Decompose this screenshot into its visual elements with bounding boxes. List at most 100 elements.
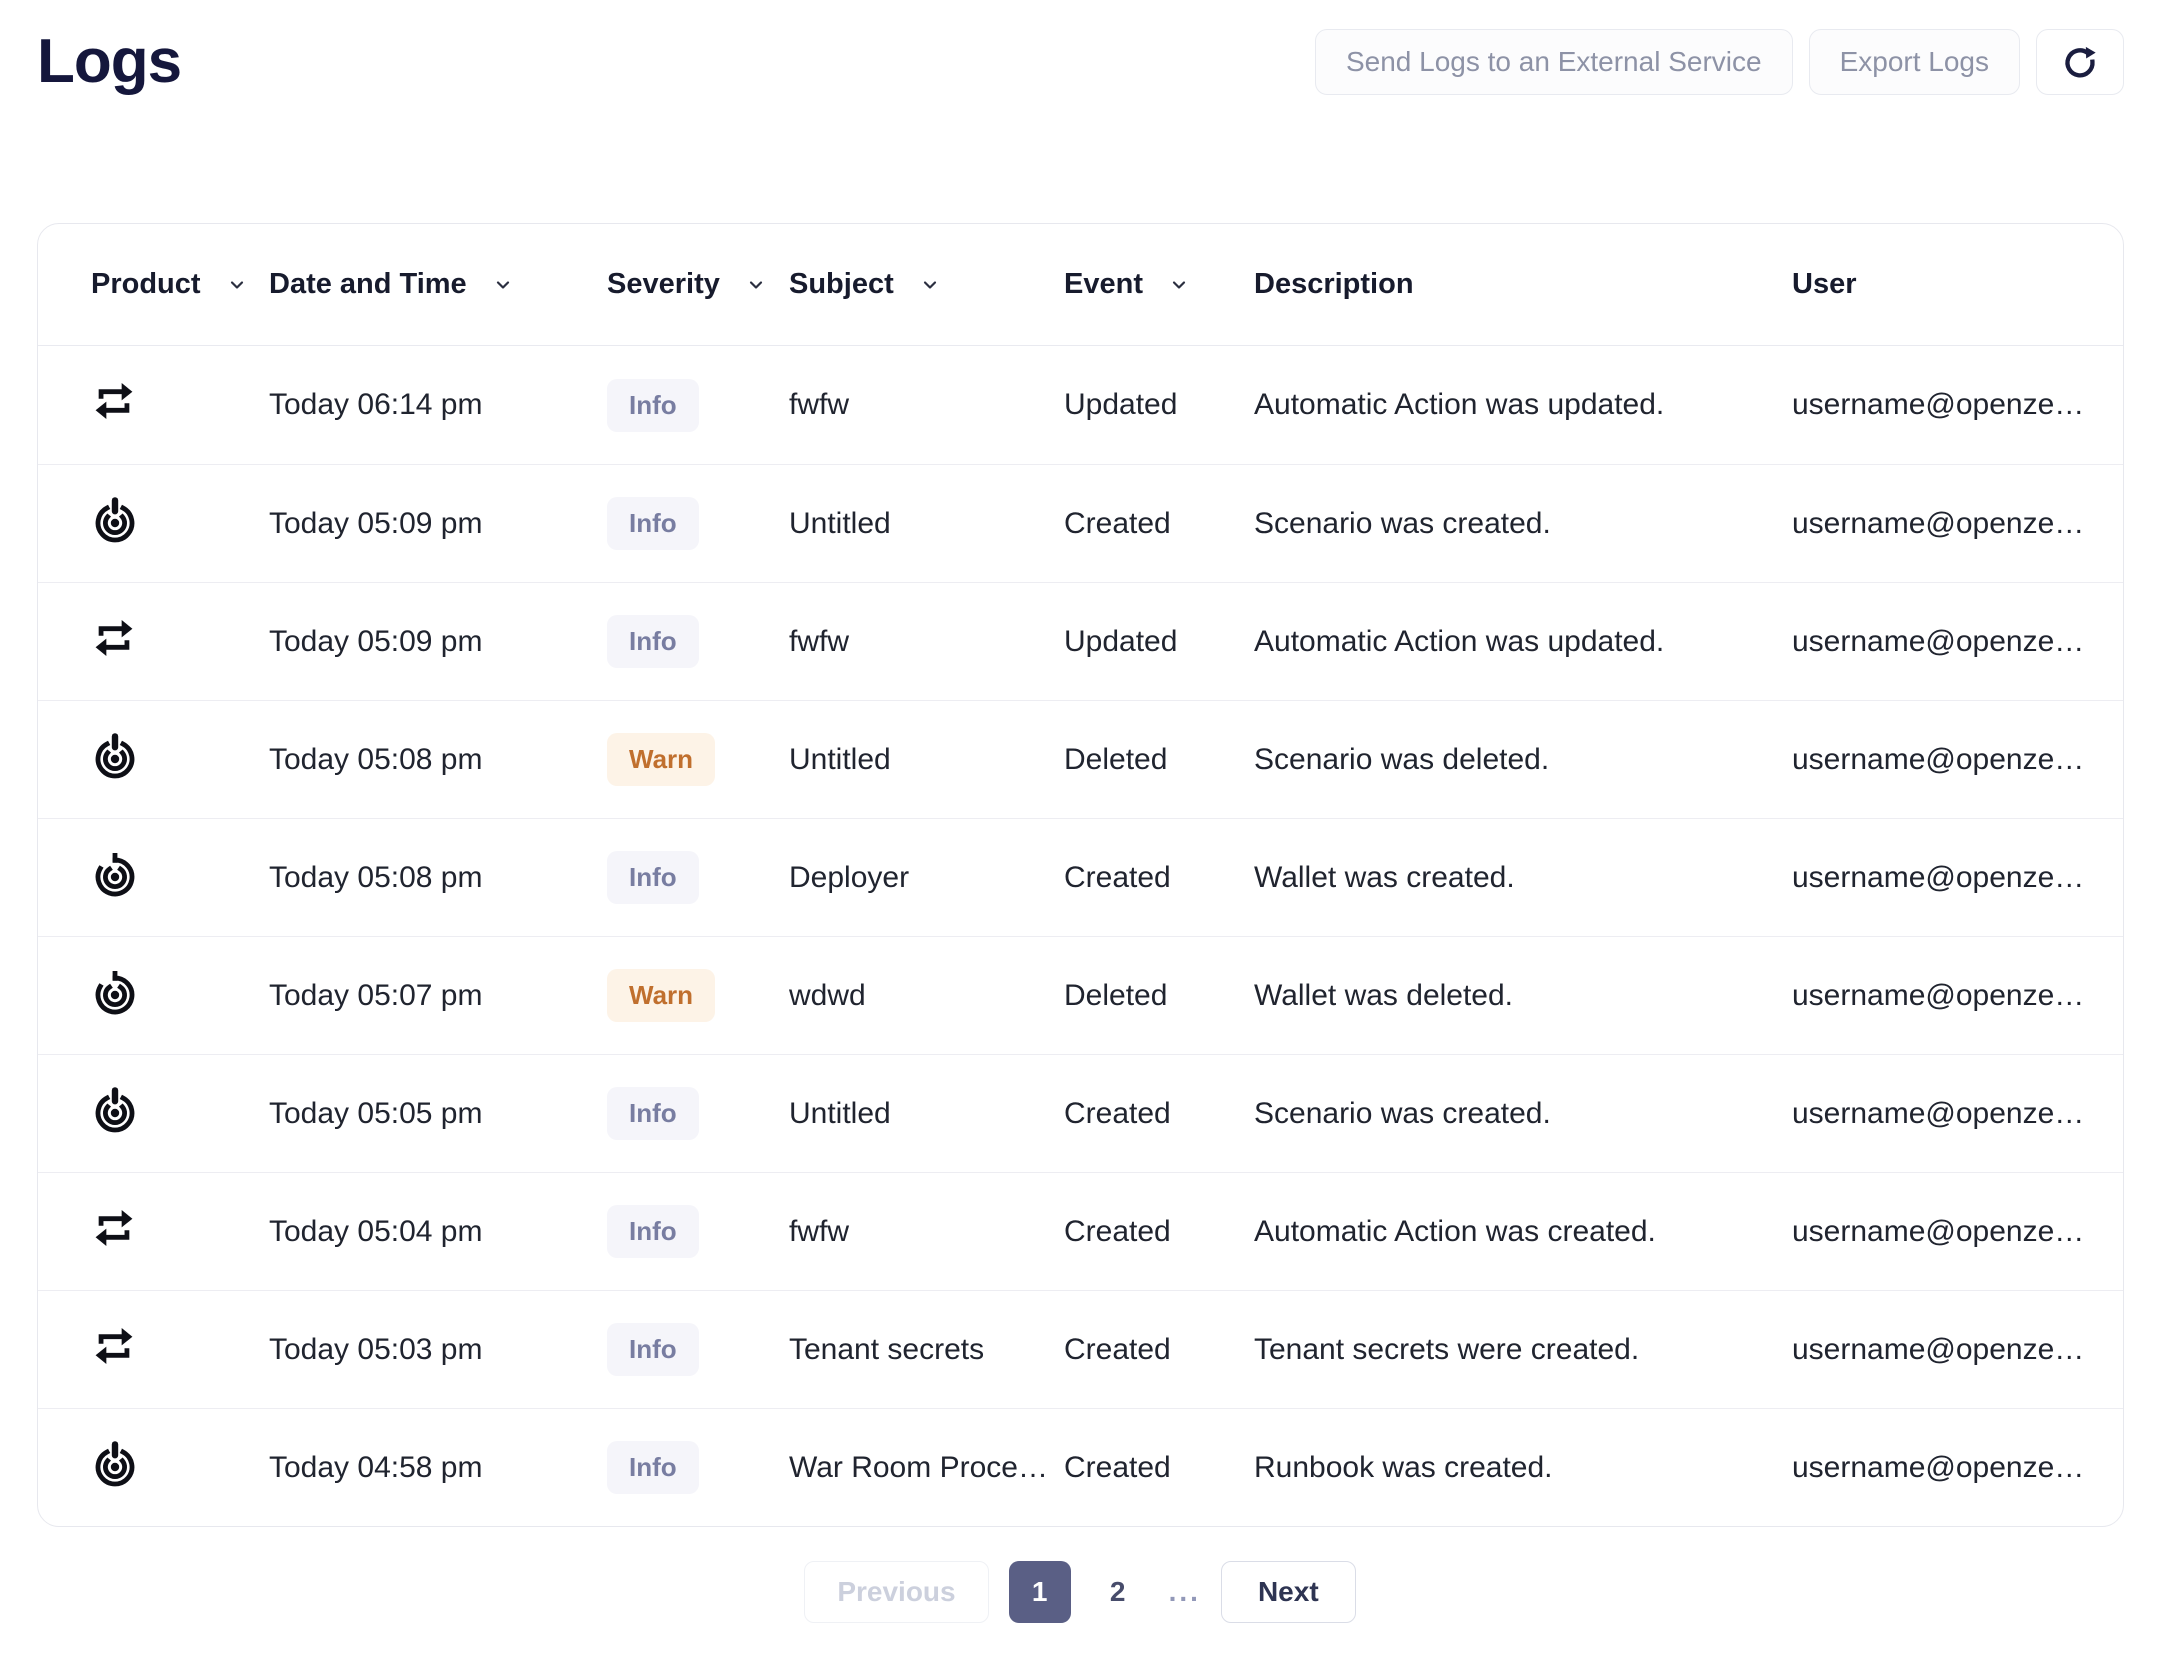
subject-cell: Untitled	[789, 507, 1064, 541]
product-cell	[91, 1323, 269, 1377]
chevron-down-icon	[1169, 275, 1189, 295]
repeat-icon	[91, 615, 137, 661]
product-cell	[91, 968, 269, 1024]
datetime-cell: Today 05:03 pm	[269, 1333, 607, 1367]
user-cell: username@openzeppe...	[1792, 979, 2103, 1013]
datetime-cell: Today 05:09 pm	[269, 507, 607, 541]
previous-page-button[interactable]: Previous	[804, 1561, 988, 1623]
severity-cell: Info	[607, 497, 789, 550]
severity-badge: Info	[607, 1441, 699, 1494]
user-cell: username@openzeppe...	[1792, 507, 2103, 541]
description-cell: Tenant secrets were created.	[1254, 1333, 1792, 1367]
send-logs-button[interactable]: Send Logs to an External Service	[1315, 29, 1793, 95]
column-header-user: User	[1792, 268, 2103, 301]
severity-cell: Info	[607, 379, 789, 432]
table-row: Today 05:07 pm Warn wdwd Deleted Wallet …	[38, 936, 2123, 1054]
description-cell: Scenario was created.	[1254, 1097, 1792, 1131]
subject-cell: fwfw	[789, 1215, 1064, 1249]
column-header-date-and-time[interactable]: Date and Time	[269, 268, 607, 301]
logs-table: Product Date and Time Severity Subject	[37, 223, 2124, 1527]
datetime-cell: Today 05:04 pm	[269, 1215, 607, 1249]
datetime-cell: Today 05:09 pm	[269, 625, 607, 659]
event-cell: Updated	[1064, 388, 1254, 422]
chevron-down-icon	[920, 275, 940, 295]
user-cell: username@openzeppe...	[1792, 625, 2103, 659]
subject-cell: wdwd	[789, 979, 1064, 1013]
description-cell: Wallet was created.	[1254, 861, 1792, 895]
event-cell: Deleted	[1064, 743, 1254, 777]
table-row: Today 04:58 pm Info War Room Proced... C…	[38, 1408, 2123, 1526]
severity-badge: Info	[607, 851, 699, 904]
severity-badge: Info	[607, 1087, 699, 1140]
user-cell: username@openzeppe...	[1792, 1451, 2103, 1485]
repeat-icon	[91, 1205, 137, 1251]
monitor-icon	[91, 1440, 139, 1488]
product-cell	[91, 378, 269, 432]
event-cell: Created	[1064, 1333, 1254, 1367]
column-header-label: Product	[91, 268, 201, 301]
product-cell	[91, 1086, 269, 1142]
monitor-icon	[91, 732, 139, 780]
datetime-cell: Today 05:07 pm	[269, 979, 607, 1013]
column-header-label: Description	[1254, 268, 1414, 301]
table-row: Today 05:09 pm Info fwfw Updated Automat…	[38, 582, 2123, 700]
toolbar: Send Logs to an External Service Export …	[1315, 29, 2124, 95]
column-header-subject[interactable]: Subject	[789, 268, 1064, 301]
severity-badge: Info	[607, 1205, 699, 1258]
description-cell: Scenario was deleted.	[1254, 743, 1792, 777]
column-header-label: Subject	[789, 268, 894, 301]
column-header-severity[interactable]: Severity	[607, 268, 789, 301]
event-cell: Updated	[1064, 625, 1254, 659]
page-button-1[interactable]: 1	[1009, 1561, 1071, 1623]
table-header-row: Product Date and Time Severity Subject	[38, 224, 2123, 346]
user-cell: username@openzeppe...	[1792, 743, 2103, 777]
product-cell	[91, 850, 269, 906]
datetime-cell: Today 05:05 pm	[269, 1097, 607, 1131]
column-header-description: Description	[1254, 268, 1792, 301]
product-cell	[91, 1205, 269, 1259]
datetime-cell: Today 05:08 pm	[269, 861, 607, 895]
event-cell: Created	[1064, 507, 1254, 541]
severity-badge: Info	[607, 497, 699, 550]
next-page-button[interactable]: Next	[1221, 1561, 1356, 1623]
datetime-cell: Today 06:14 pm	[269, 388, 607, 422]
refresh-icon	[2060, 42, 2100, 82]
event-cell: Created	[1064, 1215, 1254, 1249]
severity-cell: Info	[607, 615, 789, 668]
page-title: Logs	[37, 26, 181, 97]
repeat-icon	[91, 378, 137, 424]
product-cell	[91, 1440, 269, 1496]
relayer-icon	[91, 968, 139, 1016]
description-cell: Runbook was created.	[1254, 1451, 1792, 1485]
description-cell: Automatic Action was created.	[1254, 1215, 1792, 1249]
subject-cell: Untitled	[789, 743, 1064, 777]
user-cell: username@openzeppe...	[1792, 861, 2103, 895]
description-cell: Scenario was created.	[1254, 507, 1792, 541]
column-header-event[interactable]: Event	[1064, 268, 1254, 301]
export-logs-button[interactable]: Export Logs	[1809, 29, 2020, 95]
column-header-label: User	[1792, 268, 1857, 301]
event-cell: Created	[1064, 1097, 1254, 1131]
severity-cell: Info	[607, 1323, 789, 1376]
product-cell	[91, 615, 269, 669]
relayer-icon	[91, 850, 139, 898]
table-row: Today 06:14 pm Info fwfw Updated Automat…	[38, 346, 2123, 464]
column-header-product[interactable]: Product	[91, 268, 269, 301]
description-cell: Wallet was deleted.	[1254, 979, 1792, 1013]
datetime-cell: Today 05:08 pm	[269, 743, 607, 777]
user-cell: username@openzeppe...	[1792, 388, 2103, 422]
refresh-button[interactable]	[2036, 29, 2124, 95]
severity-badge: Warn	[607, 969, 715, 1022]
table-row: Today 05:03 pm Info Tenant secrets Creat…	[38, 1290, 2123, 1408]
repeat-icon	[91, 1323, 137, 1369]
column-header-label: Date and Time	[269, 268, 467, 301]
event-cell: Created	[1064, 1451, 1254, 1485]
severity-cell: Warn	[607, 733, 789, 786]
table-row: Today 05:05 pm Info Untitled Created Sce…	[38, 1054, 2123, 1172]
page-button-2[interactable]: 2	[1087, 1561, 1149, 1623]
chevron-down-icon	[227, 275, 247, 295]
user-cell: username@openzeppe...	[1792, 1097, 2103, 1131]
table-body: Today 06:14 pm Info fwfw Updated Automat…	[38, 346, 2123, 1526]
product-cell	[91, 732, 269, 788]
pagination: Previous 12 ... Next	[0, 1561, 2160, 1623]
